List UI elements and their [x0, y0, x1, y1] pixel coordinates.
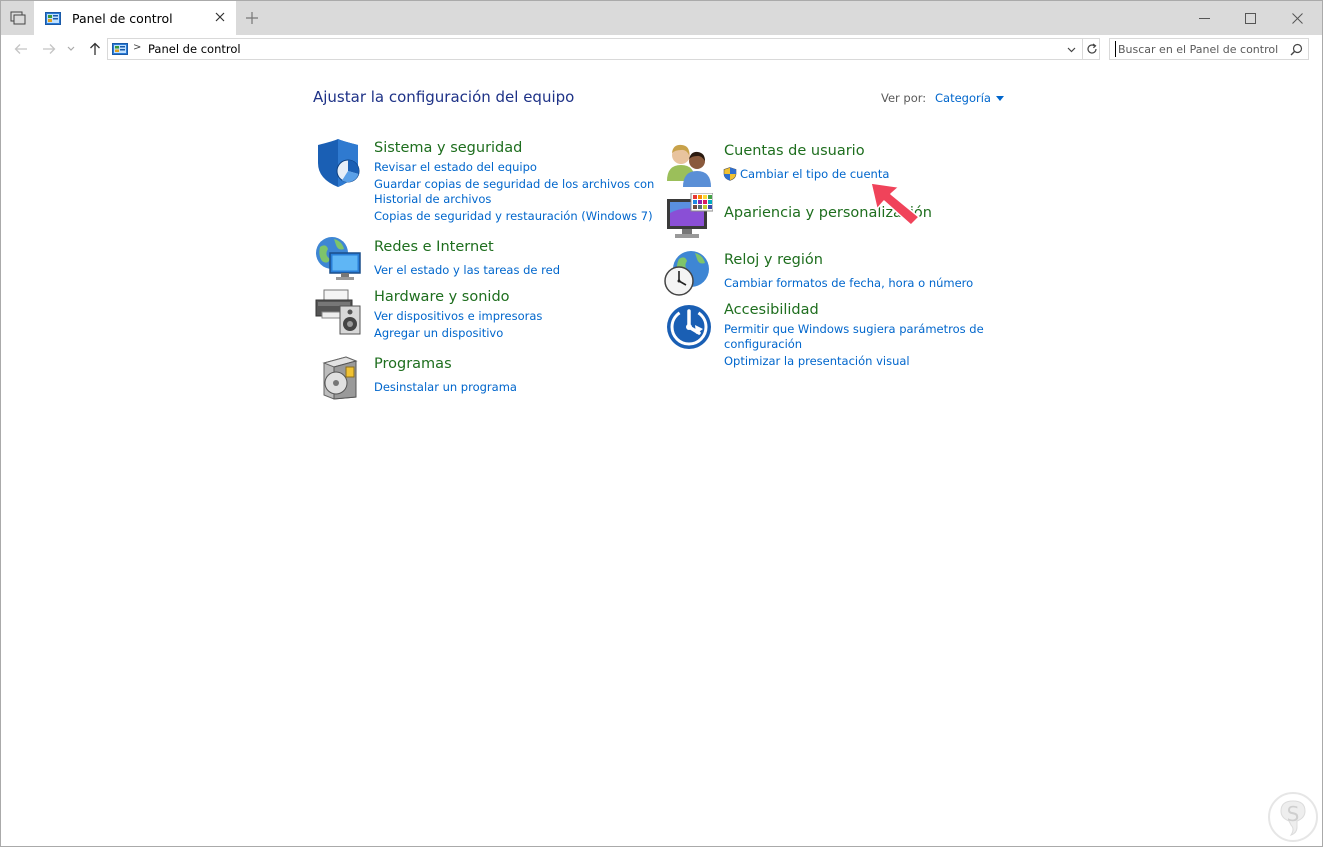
- uac-shield-icon: [723, 167, 737, 181]
- refresh-button[interactable]: [1082, 39, 1100, 59]
- accessibility-icon[interactable]: [665, 303, 713, 351]
- programs-disc-icon[interactable]: [316, 353, 364, 401]
- chevron-down-icon: [1067, 47, 1075, 53]
- caret-down-icon: [995, 95, 1004, 101]
- tab-manager-button[interactable]: [1, 1, 34, 35]
- link-uninstall-program[interactable]: Desinstalar un programa: [374, 380, 517, 394]
- chevron-down-icon: [67, 46, 75, 51]
- category-user-accounts[interactable]: Cuentas de usuario: [724, 143, 865, 159]
- new-tab-button[interactable]: [243, 9, 261, 27]
- breadcrumb-separator[interactable]: >: [133, 42, 141, 53]
- search-input[interactable]: [1115, 41, 1285, 57]
- category-accessibility[interactable]: Accesibilidad: [724, 302, 819, 318]
- users-icon[interactable]: [665, 141, 713, 189]
- link-windows-suggest-settings[interactable]: Permitir que Windows sugiera parámetros …: [724, 322, 984, 336]
- link-add-device[interactable]: Agregar un dispositivo: [374, 326, 503, 340]
- shield-icon[interactable]: [314, 139, 362, 187]
- navigation-bar: > Panel de control: [1, 35, 1322, 63]
- category-system-security[interactable]: Sistema y seguridad: [374, 140, 522, 156]
- minimize-button[interactable]: [1181, 1, 1227, 35]
- link-review-computer-status[interactable]: Revisar el estado del equipo: [374, 160, 537, 174]
- arrow-right-icon: [43, 44, 56, 54]
- watermark-logo-icon: S: [1268, 792, 1318, 842]
- search-icon[interactable]: [1290, 43, 1303, 56]
- arrow-left-icon: [14, 44, 27, 54]
- view-by-value: Categoría: [935, 91, 991, 105]
- control-panel-icon: [45, 11, 61, 25]
- maximize-button[interactable]: [1227, 1, 1273, 35]
- tab-close-button[interactable]: [213, 10, 227, 24]
- breadcrumb-control-panel[interactable]: Panel de control: [148, 42, 241, 56]
- tab-control-panel[interactable]: Panel de control: [34, 1, 236, 35]
- monitor-palette-icon[interactable]: [665, 193, 713, 241]
- forward-button[interactable]: [41, 41, 57, 57]
- link-file-history[interactable]: Historial de archivos: [374, 192, 491, 206]
- arrow-up-icon: [90, 42, 100, 55]
- link-change-date-formats[interactable]: Cambiar formatos de fecha, hora o número: [724, 276, 973, 290]
- link-windows-suggest-settings-cont[interactable]: configuración: [724, 337, 802, 351]
- link-view-devices-printers[interactable]: Ver dispositivos e impresoras: [374, 309, 542, 323]
- recent-locations-button[interactable]: [65, 41, 77, 57]
- category-programs[interactable]: Programas: [374, 356, 452, 372]
- annotation-arrow-icon: [870, 182, 920, 226]
- minimize-icon: [1198, 17, 1210, 19]
- page-title: Ajustar la configuración del equipo: [313, 88, 575, 106]
- link-backup-restore[interactable]: Copias de seguridad y restauración (Wind…: [374, 209, 653, 223]
- close-icon: [215, 12, 225, 22]
- tabs-overview-icon: [10, 11, 25, 25]
- maximize-icon: [1244, 12, 1256, 24]
- category-hardware-sound[interactable]: Hardware y sonido: [374, 289, 510, 305]
- search-box[interactable]: [1109, 38, 1309, 60]
- category-clock-region[interactable]: Reloj y región: [724, 252, 823, 268]
- address-bar[interactable]: > Panel de control: [107, 38, 1100, 60]
- link-network-status[interactable]: Ver el estado y las tareas de red: [374, 263, 560, 277]
- link-save-backup-files[interactable]: Guardar copias de seguridad de los archi…: [374, 177, 654, 191]
- clock-globe-icon[interactable]: [663, 249, 711, 297]
- back-button[interactable]: [13, 41, 29, 57]
- link-change-account-type[interactable]: Cambiar el tipo de cuenta: [740, 167, 889, 181]
- svg-text:S: S: [1287, 802, 1300, 826]
- link-optimize-visual-display[interactable]: Optimizar la presentación visual: [724, 354, 910, 368]
- close-icon: [1291, 12, 1303, 24]
- control-panel-window: Panel de control > Panel de control Busc…: [0, 0, 1323, 847]
- printer-speaker-icon[interactable]: [314, 288, 362, 336]
- close-window-button[interactable]: [1274, 1, 1320, 35]
- address-history-dropdown[interactable]: [1064, 43, 1078, 57]
- view-by-dropdown[interactable]: Categoría: [935, 91, 1004, 105]
- plus-icon: [246, 12, 258, 24]
- up-button[interactable]: [87, 41, 103, 57]
- refresh-icon: [1086, 43, 1097, 54]
- network-globe-icon[interactable]: [314, 235, 362, 283]
- tab-title: Panel de control: [72, 10, 173, 26]
- control-panel-icon: [112, 43, 128, 55]
- title-bar: Panel de control: [1, 1, 1322, 35]
- view-by-label: Ver por:: [881, 91, 927, 105]
- category-network-internet[interactable]: Redes e Internet: [374, 239, 494, 255]
